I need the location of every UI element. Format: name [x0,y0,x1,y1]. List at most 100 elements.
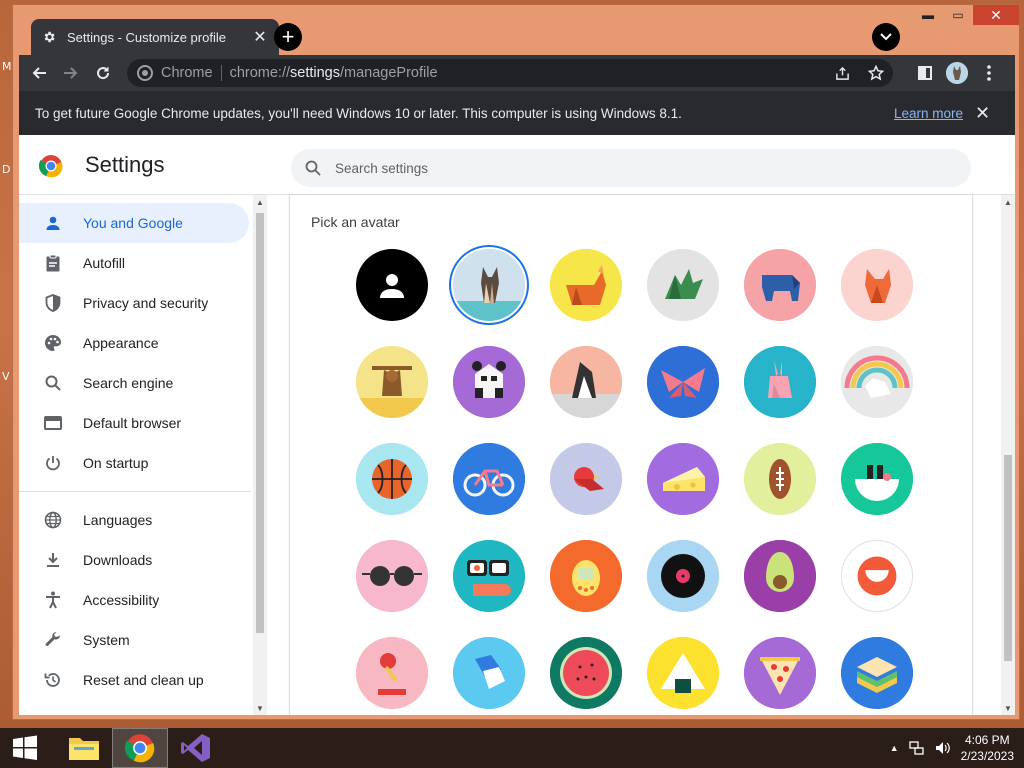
avatar-origami-penguin[interactable] [550,346,622,418]
menu-button[interactable] [973,57,1005,89]
avatar-origami-butterfly[interactable] [647,346,719,418]
football-icon [744,443,816,515]
new-tab-button[interactable]: + [274,23,302,51]
sidebar-item-privacy[interactable]: Privacy and security [19,283,249,323]
taskbar-file-explorer[interactable] [56,728,112,768]
avatar-bike[interactable] [453,443,525,515]
origami-unicorn-icon [841,346,913,418]
site-chip[interactable]: Chrome [137,65,213,81]
address-bar[interactable]: Chrome chrome://settings/manageProfile [127,59,893,87]
forward-button[interactable] [55,57,87,89]
smile-icon [857,556,897,596]
search-icon [305,160,321,176]
avatar-origami-dragon[interactable] [647,249,719,321]
search-settings-input[interactable]: Search settings [291,149,971,187]
avatar-ice-cream[interactable] [356,637,428,709]
sidebar-item-autofill[interactable]: Autofill [19,243,249,283]
close-window-button[interactable]: ✕ [973,5,1019,25]
avatar-origami-rabbit[interactable] [744,346,816,418]
download-icon [43,550,63,570]
infobar-close-icon[interactable]: ✕ [975,103,990,124]
tab-search-button[interactable] [872,23,900,51]
bookmark-button[interactable] [859,65,893,81]
avatar-sushi[interactable] [453,540,525,612]
origami-fox-icon [841,249,913,321]
avatar-generic-person[interactable] [356,249,428,321]
ice-cream-icon [356,637,428,709]
avatar-vinyl[interactable] [647,540,719,612]
history-icon [43,670,63,690]
back-button[interactable] [23,57,55,89]
avatar-tamagotchi[interactable] [550,540,622,612]
avatar-note-paper[interactable] [453,637,525,709]
tab-close-icon[interactable]: ✕ [251,28,269,46]
avatar-origami-cat[interactable] [453,249,525,321]
sidebar-item-reset[interactable]: Reset and clean up [19,660,249,700]
tab-settings[interactable]: Settings - Customize profile ✕ [31,19,279,55]
scrollbar-thumb[interactable] [256,213,264,633]
side-panel-button[interactable] [909,57,941,89]
avatar-red-bird[interactable] [550,443,622,515]
volume-icon[interactable] [935,741,951,755]
avatar-origami-panda[interactable] [453,346,525,418]
avatar-football[interactable] [744,443,816,515]
accessibility-icon [43,590,63,610]
avatar-pizza[interactable] [744,637,816,709]
profile-button[interactable] [941,57,973,89]
scroll-down-arrow-icon[interactable]: ▼ [1001,701,1015,715]
share-button[interactable] [825,66,859,81]
origami-elephant-icon [744,249,816,321]
avatar-onigiri[interactable] [647,637,719,709]
avatar-avocado[interactable] [744,540,816,612]
learn-more-link[interactable]: Learn more [894,106,963,121]
avatar-origami-elephant[interactable] [744,249,816,321]
avatar-origami-monkey[interactable] [356,346,428,418]
main-scrollbar[interactable]: ▲ ▼ [1001,195,1015,715]
title-bar: Settings - Customize profile ✕ + ▬ ▭ ✕ [13,5,1019,55]
sidebar-item-appearance[interactable]: Appearance [19,323,249,363]
sidebar-item-default-browser[interactable]: Default browser [19,403,249,443]
scroll-up-arrow-icon[interactable]: ▲ [253,195,267,209]
sidebar-item-languages[interactable]: Languages [19,500,249,540]
more-vert-icon [987,65,991,81]
sidebar-item-system[interactable]: System [19,620,249,660]
avatar-origami-fox-red[interactable] [841,249,913,321]
url-host: settings [290,65,340,81]
avatar-sunglasses[interactable] [356,540,428,612]
minimize-button[interactable]: ▬ [913,5,943,25]
origami-cat-icon [946,62,968,84]
sidebar-item-on-startup[interactable]: On startup [19,443,249,483]
scrollbar-thumb[interactable] [1004,455,1012,661]
avatar-smile[interactable] [841,540,913,612]
reload-button[interactable] [87,57,119,89]
sushi-icon [453,540,525,612]
sidebar-item-you-and-google[interactable]: You and Google [19,203,249,243]
clock[interactable]: 4:06 PM 2/23/2023 [961,732,1014,764]
avatar-basketball[interactable] [356,443,428,515]
scroll-up-arrow-icon[interactable]: ▲ [1001,195,1015,209]
avatar-watermelon[interactable] [550,637,622,709]
avatar-origami-fox[interactable] [550,249,622,321]
avatar-origami-unicorn[interactable] [841,346,913,418]
sidebar-item-accessibility[interactable]: Accessibility [19,580,249,620]
sidebar-item-search-engine[interactable]: Search engine [19,363,249,403]
star-icon [868,65,884,81]
avatar-sushi-bowl[interactable] [841,443,913,515]
taskbar-visual-studio[interactable] [168,728,224,768]
url-text: chrome://settings/manageProfile [230,65,438,81]
sidebar-scrollbar[interactable]: ▲ ▼ [253,195,267,715]
network-icon[interactable] [908,741,925,755]
sidebar-item-downloads[interactable]: Downloads [19,540,249,580]
scroll-down-arrow-icon[interactable]: ▼ [253,701,267,715]
person-icon [43,213,63,233]
avatar-cheese[interactable] [647,443,719,515]
tray-overflow-icon[interactable]: ▲ [890,743,899,753]
browser-toolbar: Chrome chrome://settings/manageProfile [19,55,1015,91]
avatar-sandwich[interactable] [841,637,913,709]
onigiri-icon [647,637,719,709]
tamagotchi-icon [550,540,622,612]
maximize-button[interactable]: ▭ [943,5,973,25]
start-button[interactable] [0,728,50,768]
site-chip-label: Chrome [161,65,213,81]
taskbar-chrome[interactable] [112,728,168,768]
